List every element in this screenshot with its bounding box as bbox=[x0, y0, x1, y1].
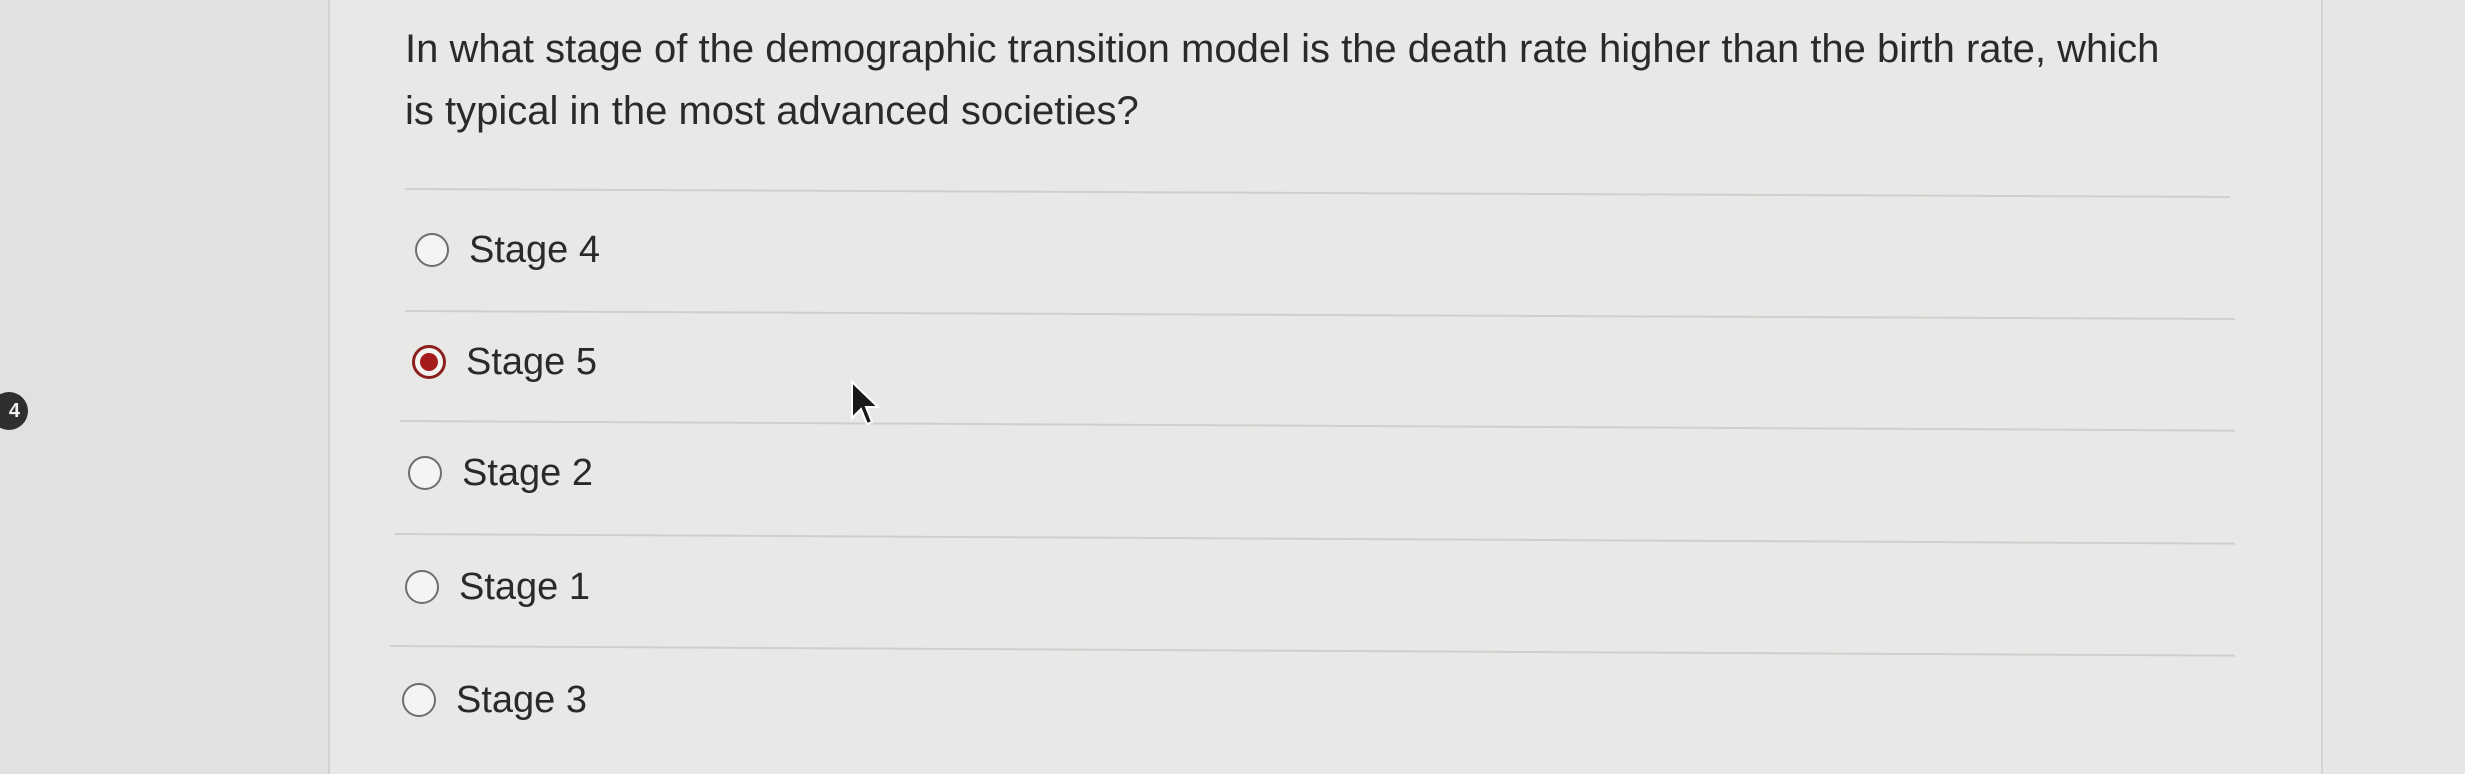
option-stage-4[interactable]: Stage 4 bbox=[415, 225, 600, 275]
radio-button[interactable] bbox=[408, 456, 442, 490]
question-text: In what stage of the demographic transit… bbox=[405, 27, 2160, 133]
option-label: Stage 1 bbox=[459, 565, 590, 608]
radio-button[interactable] bbox=[405, 570, 439, 604]
option-stage-2[interactable]: Stage 2 bbox=[408, 448, 593, 498]
radio-button[interactable] bbox=[415, 233, 449, 267]
option-label: Stage 3 bbox=[456, 678, 587, 721]
left-margin bbox=[0, 0, 328, 774]
option-label: Stage 2 bbox=[462, 451, 593, 494]
radio-button-selected[interactable] bbox=[412, 345, 446, 379]
mouse-cursor-icon bbox=[851, 380, 880, 426]
option-label: Stage 4 bbox=[469, 228, 600, 271]
option-stage-5[interactable]: Stage 5 bbox=[412, 337, 597, 387]
radio-button[interactable] bbox=[402, 683, 436, 717]
right-margin bbox=[2323, 0, 2465, 774]
option-stage-3[interactable]: Stage 3 bbox=[402, 675, 587, 725]
option-label: Stage 5 bbox=[466, 340, 597, 383]
option-stage-1[interactable]: Stage 1 bbox=[405, 562, 590, 612]
